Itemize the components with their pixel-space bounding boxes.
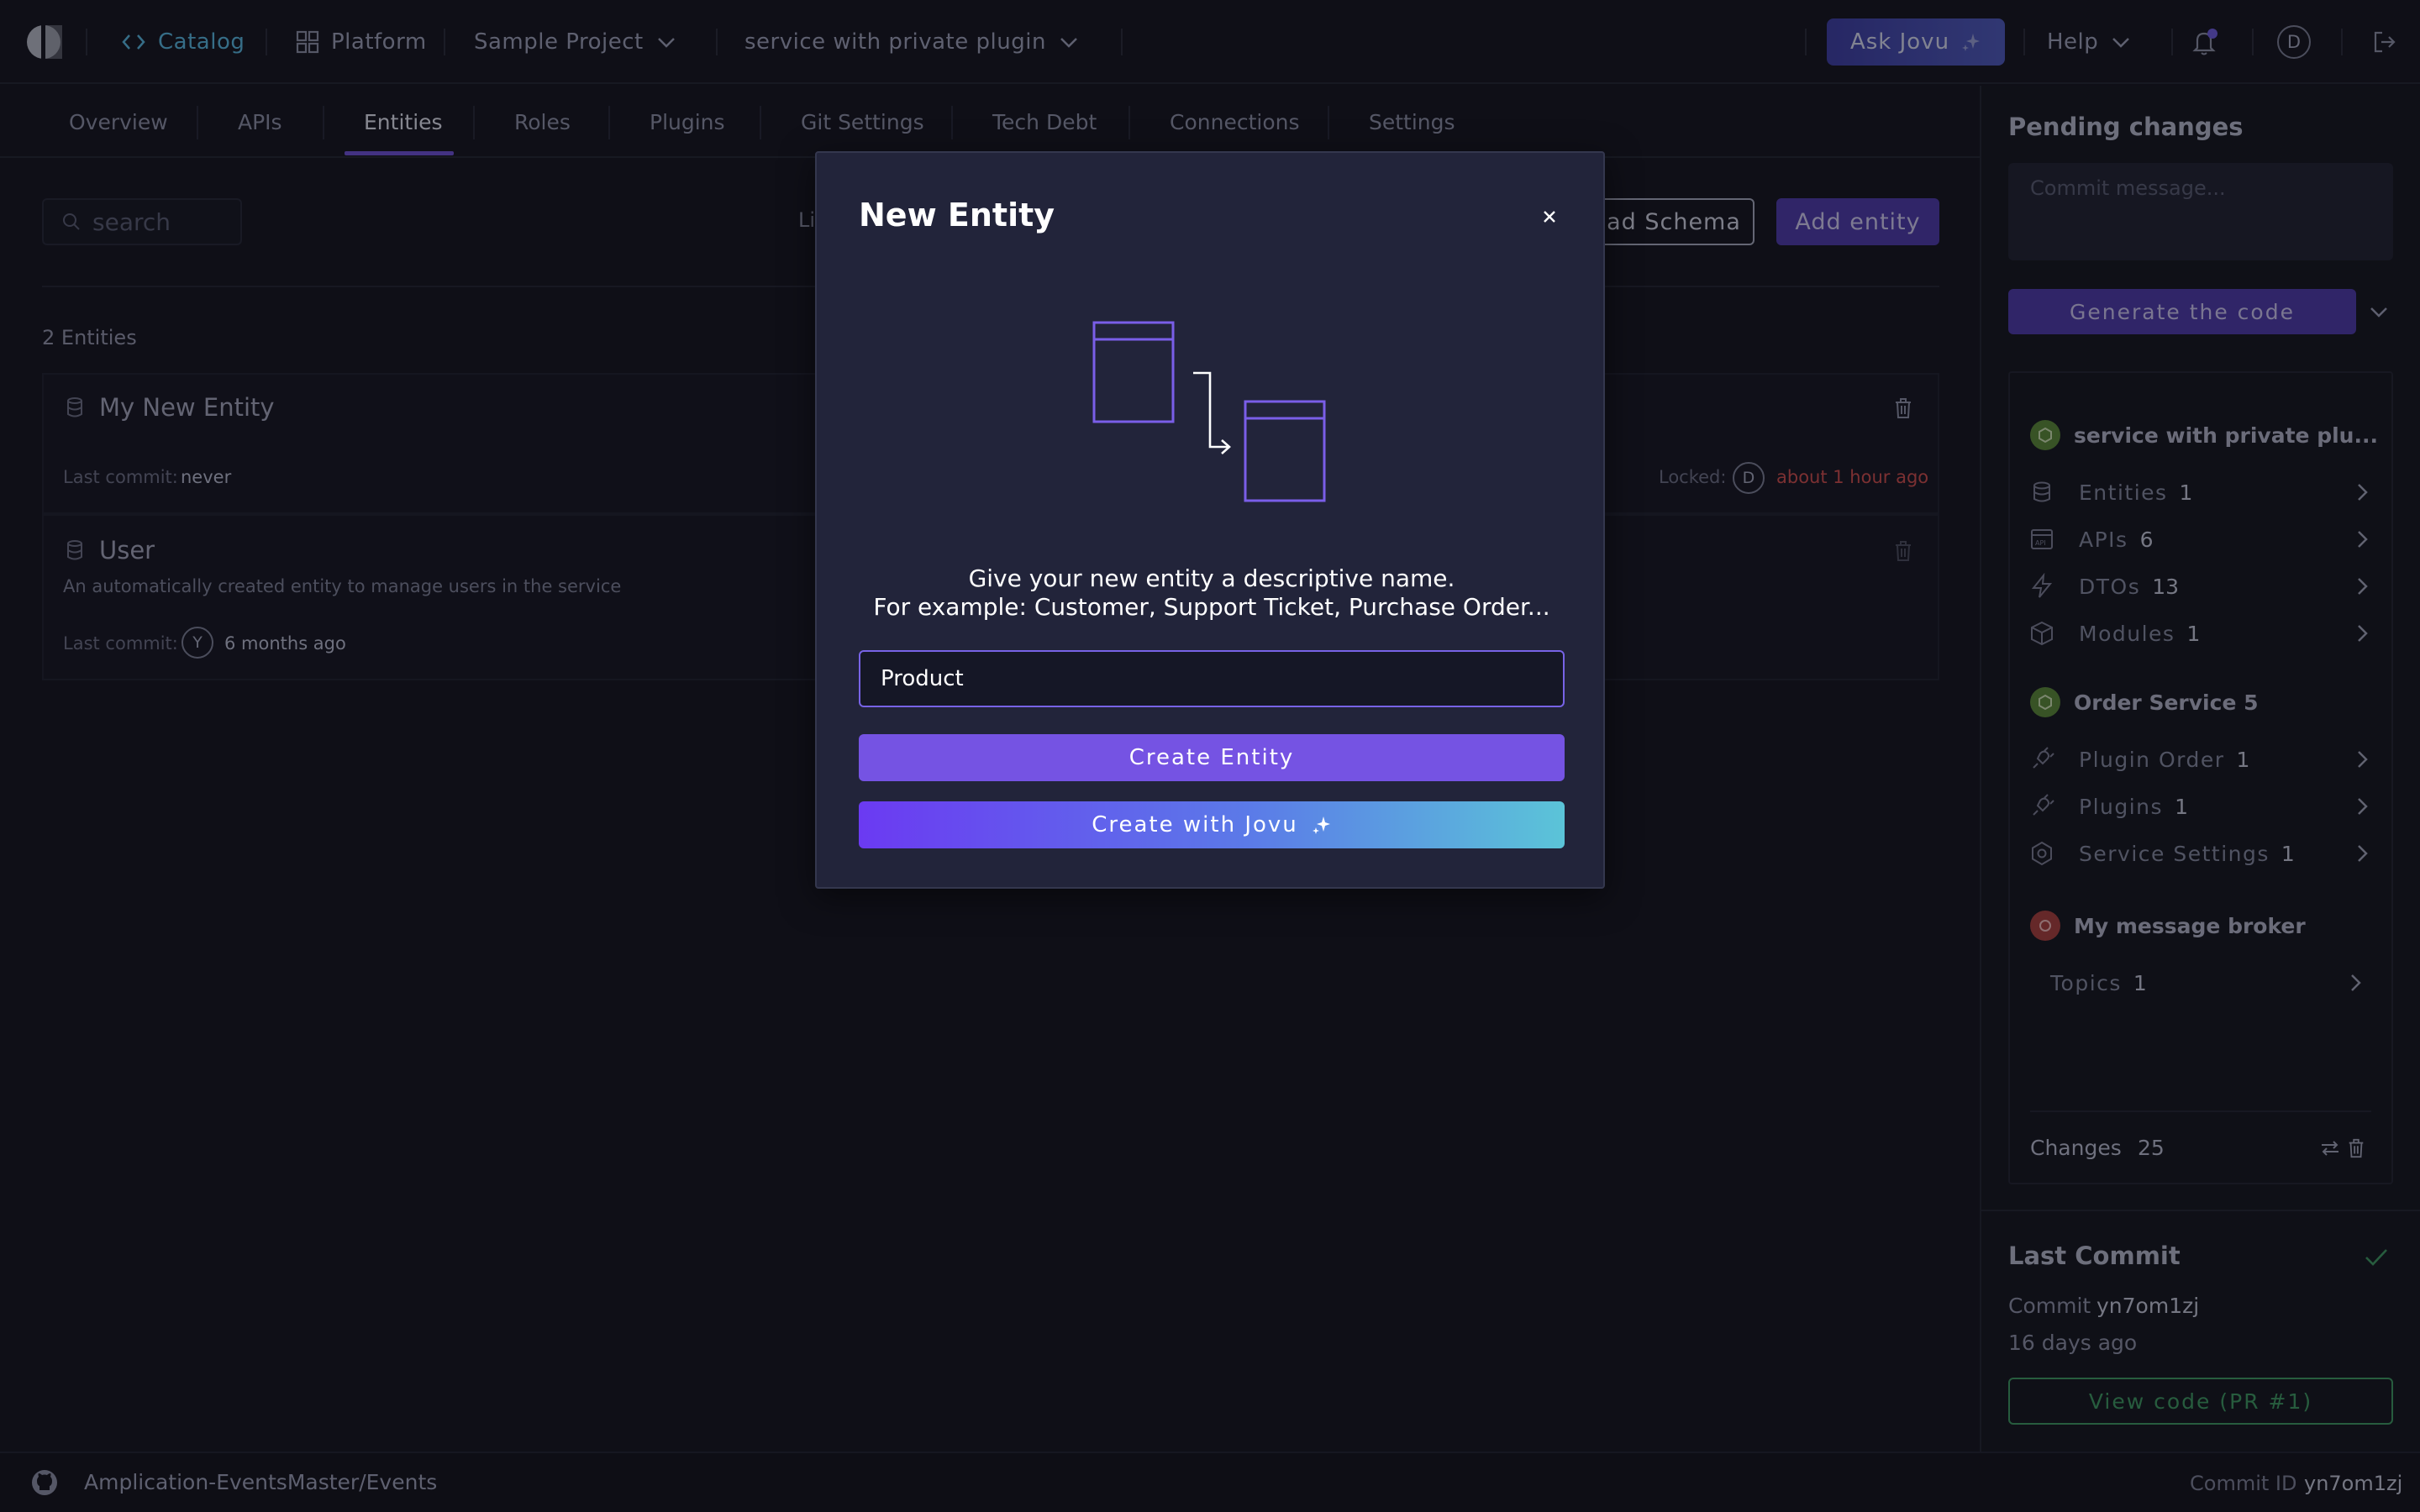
new-entity-dialog: New Entity Give your new entity a descri… xyxy=(815,151,1605,889)
entity-name-input[interactable] xyxy=(859,650,1565,707)
close-icon[interactable] xyxy=(1536,203,1563,230)
create-entity-button[interactable]: Create Entity xyxy=(859,734,1565,781)
sparkle-icon xyxy=(1312,815,1332,835)
entity-illustration-icon xyxy=(1086,321,1338,522)
create-with-jovu-label: Create with Jovu xyxy=(1092,812,1298,837)
dialog-description-line2: For example: Customer, Support Ticket, P… xyxy=(873,593,1550,621)
create-with-jovu-button[interactable]: Create with Jovu xyxy=(859,801,1565,848)
dialog-title: New Entity xyxy=(859,197,1055,234)
dialog-description-line1: Give your new entity a descriptive name. xyxy=(968,564,1455,592)
create-entity-label: Create Entity xyxy=(1128,745,1295,770)
